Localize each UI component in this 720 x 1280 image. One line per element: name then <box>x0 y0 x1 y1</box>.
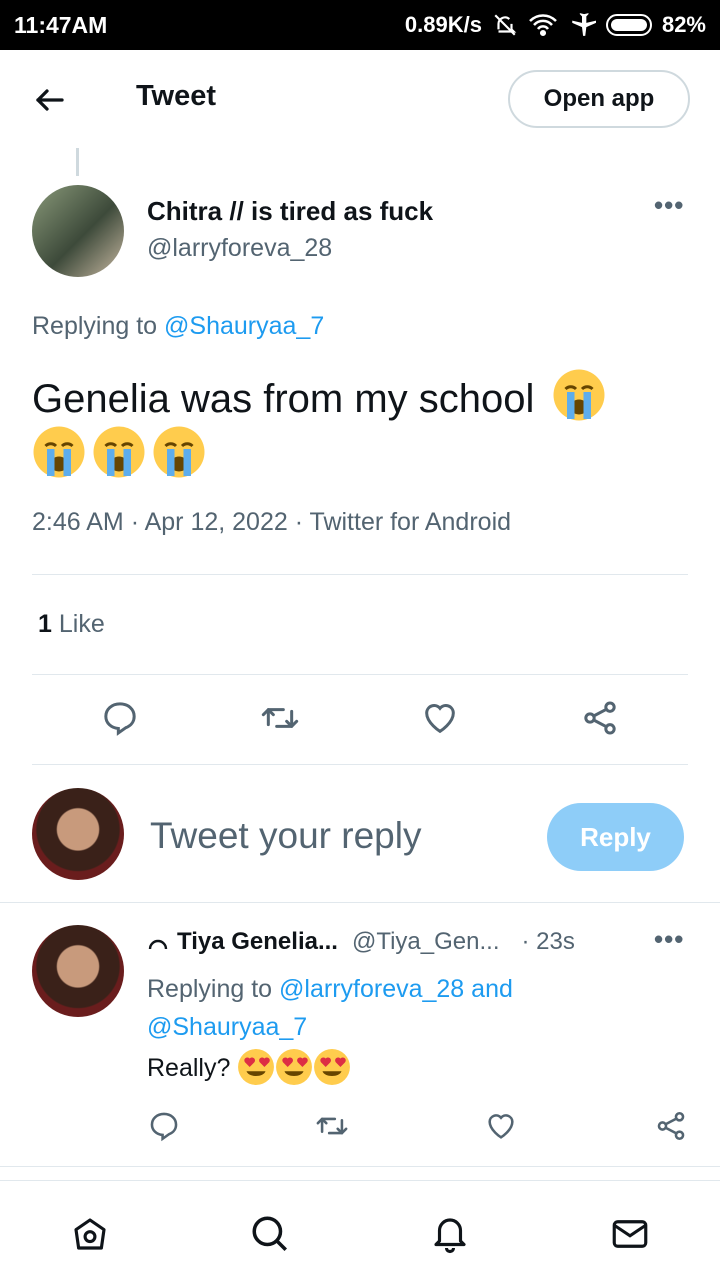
replying-and: and <box>471 975 513 1003</box>
comment-icon[interactable] <box>147 1109 181 1143</box>
crying-face-icon <box>552 368 606 422</box>
divider <box>32 674 688 675</box>
replying-to-link[interactable]: @Shauryaa_7 <box>147 1013 307 1041</box>
author-name[interactable]: Chitra // is tired as fuck <box>147 196 433 227</box>
network-speed: 0.89K/s <box>404 12 482 37</box>
open-app-button[interactable]: Open app <box>508 70 690 128</box>
wifi-icon <box>528 12 558 38</box>
reply-replying-to: Replying to @larryforeva_28 and @Shaurya… <box>147 970 567 1046</box>
heart-icon[interactable] <box>420 698 460 738</box>
reply-author-name[interactable]: Tiya Genelia... <box>177 928 338 956</box>
replying-to-link[interactable]: @Shauryaa_7 <box>164 312 324 340</box>
back-arrow-icon[interactable] <box>32 82 68 118</box>
comment-icon[interactable] <box>100 698 140 738</box>
reply-text-content: Really? <box>147 1054 231 1082</box>
mail-icon[interactable] <box>609 1213 651 1255</box>
divider <box>32 764 688 765</box>
heart-eyes-icon <box>313 1048 351 1086</box>
reply-text: Really? <box>147 1048 351 1088</box>
heart-eyes-icon <box>237 1048 275 1086</box>
tweet-time: 2:46 AM <box>32 508 124 536</box>
likes-count[interactable]: 1 Like <box>38 610 105 639</box>
heart-icon[interactable] <box>484 1109 518 1143</box>
tweet-text-content: Genelia was from my school <box>32 377 535 421</box>
search-icon[interactable] <box>249 1213 291 1255</box>
airplane-mode-icon <box>568 12 596 38</box>
home-icon[interactable] <box>69 1213 111 1255</box>
mute-bell-icon <box>492 12 518 38</box>
retweet-icon[interactable] <box>315 1109 349 1143</box>
like-label: Like <box>58 610 105 638</box>
replying-to: Replying to @Shauryaa_7 <box>32 312 324 341</box>
status-right: 0.89K/s 82% <box>405 12 706 38</box>
more-icon[interactable]: ••• <box>654 190 684 221</box>
reply-avatar[interactable] <box>32 925 124 1017</box>
share-icon[interactable] <box>654 1109 688 1143</box>
bottom-nav <box>0 1180 720 1280</box>
heart-eyes-icon <box>275 1048 313 1086</box>
like-count-number: 1 <box>38 610 52 638</box>
reply-actions <box>0 1105 720 1149</box>
tweet-actions <box>0 690 720 750</box>
tweet-meta: 2:46 AM · Apr 12, 2022 · Twitter for And… <box>32 508 512 536</box>
reply-author-handle[interactable]: @Tiya_Gen... <box>352 928 500 956</box>
bell-icon[interactable] <box>429 1213 471 1255</box>
more-icon[interactable]: ••• <box>654 924 684 955</box>
share-icon[interactable] <box>580 698 620 738</box>
page-title: Tweet <box>136 80 217 112</box>
author-avatar[interactable] <box>32 185 124 277</box>
crying-face-icon <box>92 425 146 479</box>
author-handle[interactable]: @larryforeva_28 <box>147 234 332 263</box>
battery-icon <box>605 14 652 36</box>
reply-header: Tiya Genelia... @Tiya_Gen... · 23s <box>147 928 575 956</box>
status-time: 11:47AM <box>14 11 108 38</box>
crying-face-icon <box>152 425 206 479</box>
divider <box>0 1166 720 1167</box>
tweet-source[interactable]: Twitter for Android <box>310 508 511 536</box>
battery-percent: 82% <box>661 12 706 37</box>
divider <box>0 902 720 903</box>
crying-face-icon <box>32 425 86 479</box>
retweet-icon[interactable] <box>260 698 300 738</box>
reply-arc-icon <box>147 934 169 950</box>
reply-time[interactable]: · 23s <box>522 928 575 956</box>
reply-input[interactable]: Tweet your reply <box>150 815 421 857</box>
thread-line <box>76 148 79 176</box>
tweet-date: Apr 12, 2022 <box>144 508 288 536</box>
tweet-text: Genelia was from my school <box>32 368 682 482</box>
reply-button[interactable]: Reply <box>547 803 684 871</box>
status-bar: 11:47AM 0.89K/s 82% <box>0 0 720 50</box>
header: Tweet Open app <box>0 50 720 148</box>
replying-to-link[interactable]: @larryforeva_28 <box>279 975 464 1003</box>
replying-prefix: Replying to <box>32 312 158 340</box>
replying-prefix: Replying to <box>147 975 273 1003</box>
divider <box>32 574 688 575</box>
my-avatar[interactable] <box>32 788 124 880</box>
